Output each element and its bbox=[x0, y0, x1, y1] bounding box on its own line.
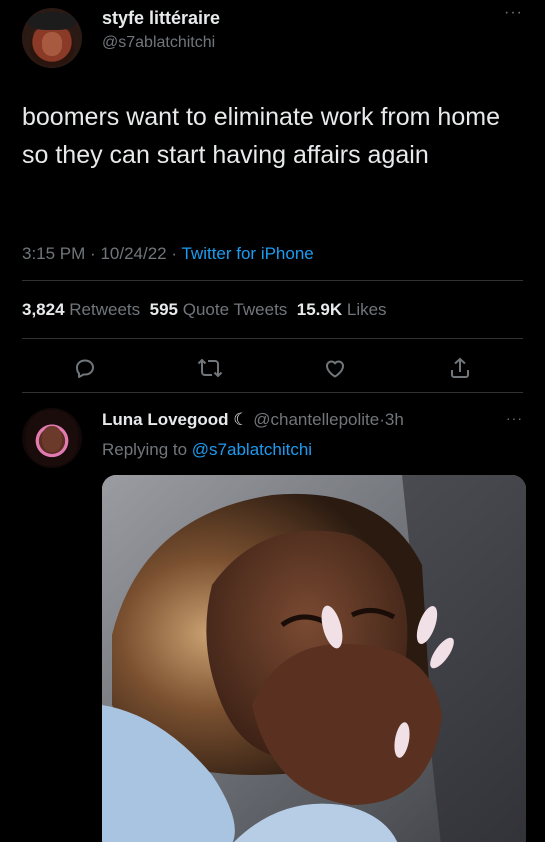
divider bbox=[22, 392, 523, 393]
share-button[interactable] bbox=[440, 348, 480, 388]
retweet-button[interactable] bbox=[190, 348, 230, 388]
quote-tweets-stat[interactable]: 595 Quote Tweets bbox=[150, 300, 288, 319]
reply-age[interactable]: 3h bbox=[385, 410, 404, 429]
likes-label: Likes bbox=[346, 300, 387, 319]
tweet-thread: styfe littéraire @s7ablatchitchi ··· boo… bbox=[0, 0, 545, 842]
reply-icon bbox=[75, 359, 94, 378]
tweet-time[interactable]: 3:15 PM bbox=[22, 244, 85, 263]
tweet-date[interactable]: 10/24/22 bbox=[100, 244, 166, 263]
tweet-text: boomers want to eliminate work from home… bbox=[22, 103, 500, 169]
likes-stat[interactable]: 15.9K Likes bbox=[297, 300, 387, 319]
likes-count: 15.9K bbox=[296, 300, 343, 319]
replying-to-prefix: Replying to bbox=[102, 440, 188, 459]
more-options-icon[interactable]: ··· bbox=[504, 4, 523, 22]
reply-media-image[interactable] bbox=[102, 475, 526, 842]
like-icon bbox=[326, 360, 345, 378]
meta-separator: · bbox=[171, 244, 178, 263]
retweets-count: 3,824 bbox=[22, 300, 65, 319]
quotes-label: Quote Tweets bbox=[182, 300, 288, 319]
like-button[interactable] bbox=[315, 348, 355, 388]
retweets-label: Retweets bbox=[69, 300, 141, 319]
retweet-icon bbox=[197, 358, 223, 378]
author-handle[interactable]: @s7ablatchitchi bbox=[102, 34, 215, 52]
meta-separator: · bbox=[90, 244, 96, 263]
divider bbox=[22, 280, 523, 281]
author-avatar[interactable] bbox=[22, 8, 82, 68]
reply-author-avatar[interactable] bbox=[22, 408, 82, 468]
reply-more-options-icon[interactable]: ··· bbox=[506, 410, 523, 426]
divider bbox=[22, 338, 523, 339]
reply-author-handle[interactable]: @chantellepolite bbox=[253, 410, 379, 429]
quotes-count: 595 bbox=[149, 300, 178, 319]
reply-header: Luna Lovegood ☾ @chantellepolite·3h bbox=[102, 410, 404, 430]
reply-author-name[interactable]: Luna Lovegood bbox=[102, 410, 229, 429]
replying-to: Replying to @s7ablatchitchi bbox=[102, 440, 312, 460]
replying-to-handle[interactable]: @s7ablatchitchi bbox=[192, 440, 312, 459]
tweet-meta: 3:15 PM · 10/24/22 · Twitter for iPhone bbox=[22, 244, 314, 264]
tweet-actions bbox=[22, 348, 523, 388]
tweet-source[interactable]: Twitter for iPhone bbox=[181, 244, 313, 263]
author-name[interactable]: styfe littéraire bbox=[102, 8, 220, 29]
crying-woman-photo bbox=[102, 475, 526, 842]
retweets-stat[interactable]: 3,824 Retweets bbox=[22, 300, 140, 319]
engagement-stats: 3,824 Retweets 595 Quote Tweets 15.9K Li… bbox=[22, 300, 387, 320]
share-icon bbox=[451, 357, 470, 378]
moon-badge-icon: ☾ bbox=[233, 410, 249, 429]
reply-button[interactable] bbox=[65, 348, 105, 388]
